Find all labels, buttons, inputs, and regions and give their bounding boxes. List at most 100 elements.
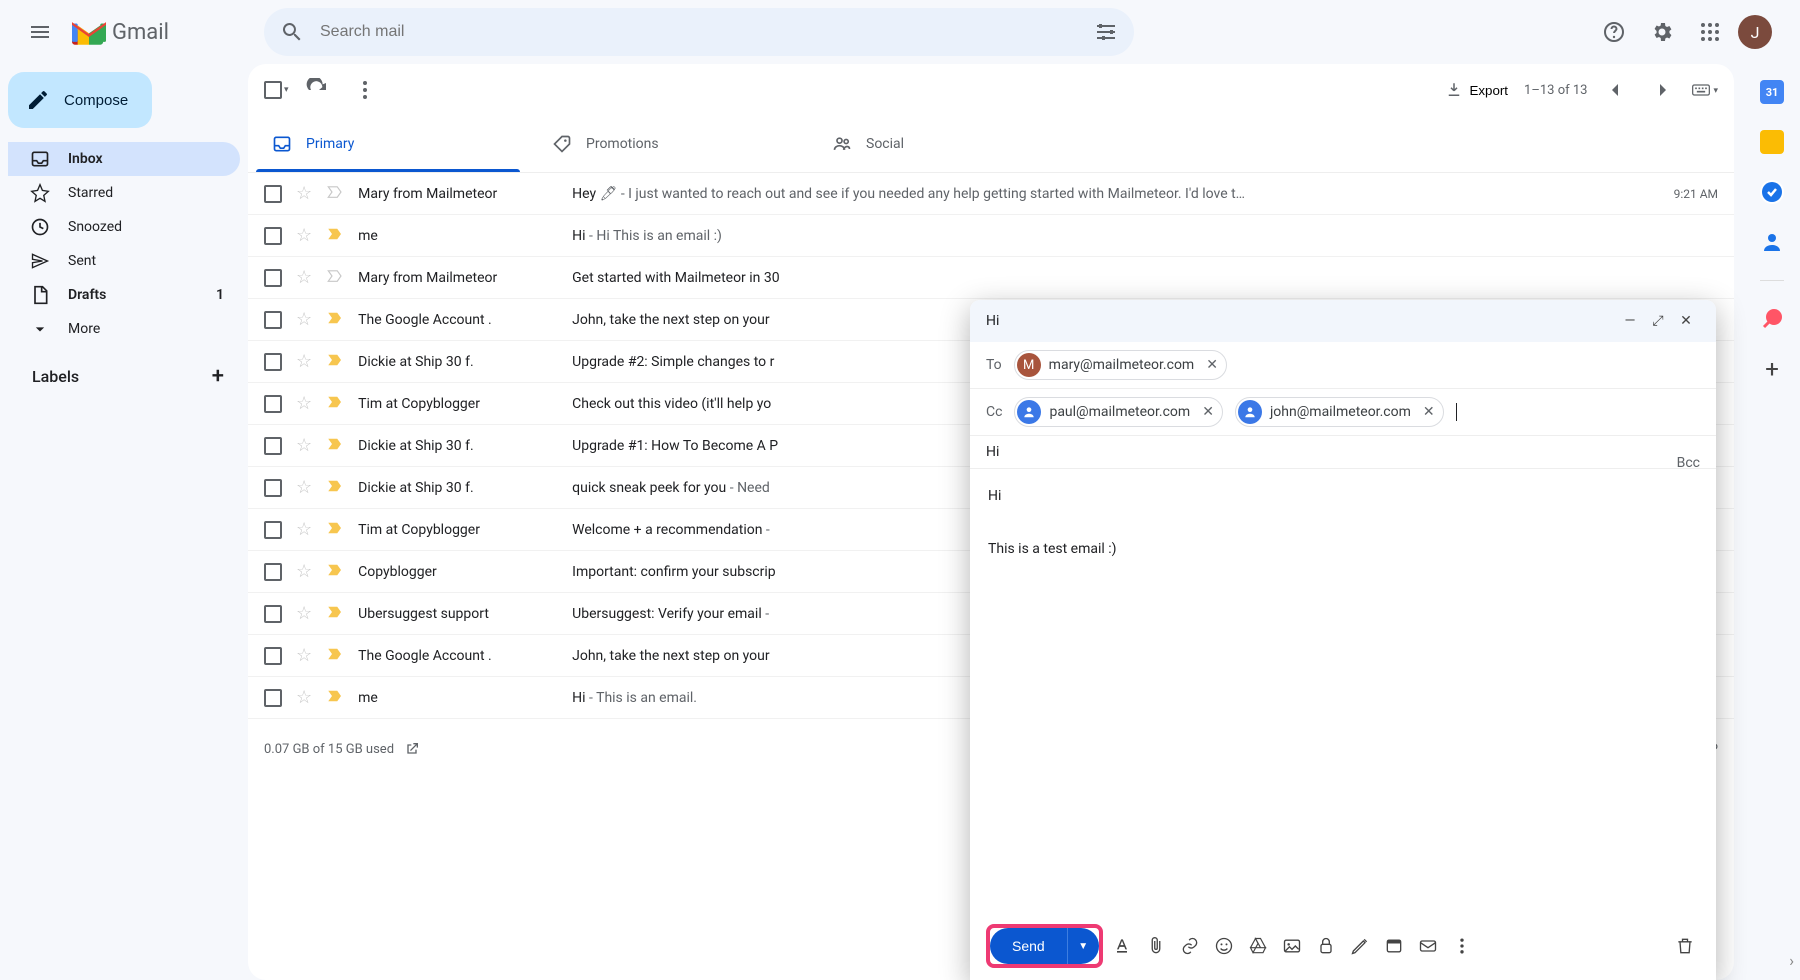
link-button[interactable] [1175, 931, 1205, 961]
compose-button[interactable]: Compose [8, 72, 152, 128]
tab-promotions[interactable]: Promotions [528, 116, 808, 172]
row-checkbox[interactable] [264, 479, 282, 497]
signature-button[interactable] [1345, 931, 1375, 961]
more-button[interactable] [345, 70, 385, 110]
star-button[interactable]: ☆ [296, 351, 312, 372]
row-checkbox[interactable] [264, 269, 282, 287]
importance-marker[interactable] [326, 183, 344, 205]
email-row[interactable]: ☆ me Hi - Hi This is an email :) [248, 215, 1734, 257]
keep-addon[interactable] [1760, 130, 1784, 154]
row-checkbox[interactable] [264, 185, 282, 203]
drive-button[interactable] [1243, 931, 1273, 961]
fullscreen-button[interactable]: ⤢ [1644, 313, 1672, 329]
star-button[interactable]: ☆ [296, 183, 312, 204]
send-options-button[interactable]: ▼ [1067, 928, 1099, 964]
star-button[interactable]: ☆ [296, 393, 312, 414]
open-in-new-icon[interactable] [404, 741, 420, 757]
search-options-button[interactable] [1086, 12, 1126, 52]
recipient-chip[interactable]: paul@mailmeteor.com ✕ [1014, 397, 1222, 427]
row-checkbox[interactable] [264, 227, 282, 245]
settings-button[interactable] [1642, 12, 1682, 52]
row-checkbox[interactable] [264, 395, 282, 413]
tasks-addon[interactable] [1760, 180, 1784, 204]
importance-marker[interactable] [326, 393, 344, 415]
star-button[interactable]: ☆ [296, 519, 312, 540]
row-checkbox[interactable] [264, 647, 282, 665]
tab-primary[interactable]: Primary [248, 116, 528, 172]
row-checkbox[interactable] [264, 605, 282, 623]
mailmeteor-addon[interactable] [1760, 307, 1784, 331]
email-row[interactable]: ☆ Mary from Mailmeteor Get started with … [248, 257, 1734, 299]
importance-marker[interactable] [326, 351, 344, 373]
close-button[interactable]: ✕ [1672, 313, 1700, 329]
contacts-addon[interactable] [1760, 230, 1784, 254]
row-checkbox[interactable] [264, 437, 282, 455]
star-button[interactable]: ☆ [296, 603, 312, 624]
mailmeteor-tool2[interactable] [1413, 931, 1443, 961]
star-button[interactable]: ☆ [296, 225, 312, 246]
importance-marker[interactable] [326, 435, 344, 457]
star-button[interactable]: ☆ [296, 477, 312, 498]
star-button[interactable]: ☆ [296, 645, 312, 666]
row-checkbox[interactable] [264, 521, 282, 539]
sidebar-item-drafts[interactable]: Drafts 1 [8, 278, 240, 312]
main-menu-button[interactable] [16, 8, 64, 56]
remove-chip-button[interactable]: ✕ [1202, 357, 1218, 373]
compose-header[interactable]: Hi — ⤢ ✕ [970, 300, 1716, 342]
subject-field[interactable]: Hi [970, 436, 1716, 469]
refresh-button[interactable] [297, 70, 337, 110]
star-button[interactable]: ☆ [296, 687, 312, 708]
recipient-chip[interactable]: john@mailmeteor.com ✕ [1235, 397, 1444, 427]
cc-field[interactable]: Cc paul@mailmeteor.com ✕ john@mailmeteor… [970, 389, 1716, 436]
importance-marker[interactable] [326, 477, 344, 499]
side-panel-expand[interactable]: › [1789, 951, 1794, 970]
star-button[interactable]: ☆ [296, 309, 312, 330]
format-button[interactable] [1107, 931, 1137, 961]
email-row[interactable]: ☆ Mary from Mailmeteor Hey 🖊 - I just wa… [248, 173, 1734, 215]
search-button[interactable] [272, 12, 312, 52]
emoji-button[interactable] [1209, 931, 1239, 961]
prev-page-button[interactable] [1595, 70, 1635, 110]
mailmeteor-tool1[interactable] [1379, 931, 1409, 961]
gmail-logo[interactable]: Gmail [72, 19, 169, 45]
export-button[interactable]: Export [1437, 70, 1516, 110]
search-bar[interactable] [264, 8, 1134, 56]
sidebar-item-more[interactable]: More [8, 312, 240, 346]
row-checkbox[interactable] [264, 563, 282, 581]
help-button[interactable] [1594, 12, 1634, 52]
discard-button[interactable] [1670, 931, 1700, 961]
star-button[interactable]: ☆ [296, 267, 312, 288]
star-button[interactable]: ☆ [296, 561, 312, 582]
minimize-button[interactable]: — [1616, 313, 1644, 329]
search-input[interactable] [312, 23, 1086, 41]
importance-marker[interactable] [326, 645, 344, 667]
get-addons-button[interactable]: + [1760, 357, 1784, 381]
importance-marker[interactable] [326, 225, 344, 247]
importance-marker[interactable] [326, 519, 344, 541]
row-checkbox[interactable] [264, 353, 282, 371]
importance-marker[interactable] [326, 309, 344, 331]
remove-chip-button[interactable]: ✕ [1419, 404, 1435, 420]
sidebar-item-inbox[interactable]: Inbox [8, 142, 240, 176]
sidebar-item-snoozed[interactable]: Snoozed [8, 210, 240, 244]
add-label-button[interactable]: + [212, 364, 224, 389]
sidebar-item-sent[interactable]: Sent [8, 244, 240, 278]
select-all[interactable]: ▾ [264, 81, 289, 99]
sidebar-item-starred[interactable]: Starred [8, 176, 240, 210]
importance-marker[interactable] [326, 687, 344, 709]
input-tools-button[interactable]: ▾ [1691, 70, 1718, 110]
more-tools-button[interactable] [1447, 931, 1477, 961]
star-button[interactable]: ☆ [296, 435, 312, 456]
importance-marker[interactable] [326, 603, 344, 625]
tab-social[interactable]: Social [808, 116, 1088, 172]
compose-body[interactable]: Hi This is a test email :) [970, 469, 1716, 912]
row-checkbox[interactable] [264, 311, 282, 329]
recipient-chip[interactable]: M mary@mailmeteor.com ✕ [1014, 350, 1227, 380]
next-page-button[interactable] [1643, 70, 1683, 110]
to-field[interactable]: To M mary@mailmeteor.com ✕ [970, 342, 1716, 389]
importance-marker[interactable] [326, 267, 344, 289]
image-button[interactable] [1277, 931, 1307, 961]
confidential-button[interactable] [1311, 931, 1341, 961]
row-checkbox[interactable] [264, 689, 282, 707]
calendar-addon[interactable]: 31 [1760, 80, 1784, 104]
